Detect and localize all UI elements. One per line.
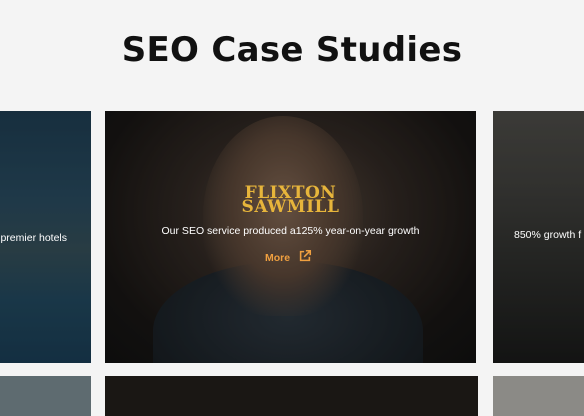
case-study-card-flixton-sawmill[interactable]: FLIXTON SAWMILL Our SEO service produced… bbox=[105, 111, 476, 363]
case-study-card-right[interactable]: 850% growth f bbox=[493, 111, 584, 363]
more-link[interactable]: More bbox=[265, 249, 312, 266]
page-title: SEO Case Studies bbox=[121, 30, 463, 70]
case-study-card-bottom-center[interactable] bbox=[105, 376, 478, 416]
card-text: premier hotels bbox=[0, 232, 67, 244]
case-study-stat: Our SEO service produced a125% year-on-y… bbox=[161, 225, 420, 237]
case-study-card-left[interactable]: premier hotels bbox=[0, 111, 91, 363]
case-study-card-bottom-left[interactable] bbox=[0, 376, 91, 416]
client-logo-line2: SAWMILL bbox=[241, 197, 340, 217]
case-study-card-bottom-right[interactable] bbox=[493, 376, 584, 416]
external-link-icon bbox=[298, 249, 312, 266]
more-label: More bbox=[265, 251, 291, 264]
card-overlay bbox=[105, 111, 476, 363]
card-text: 850% growth f bbox=[514, 229, 582, 241]
